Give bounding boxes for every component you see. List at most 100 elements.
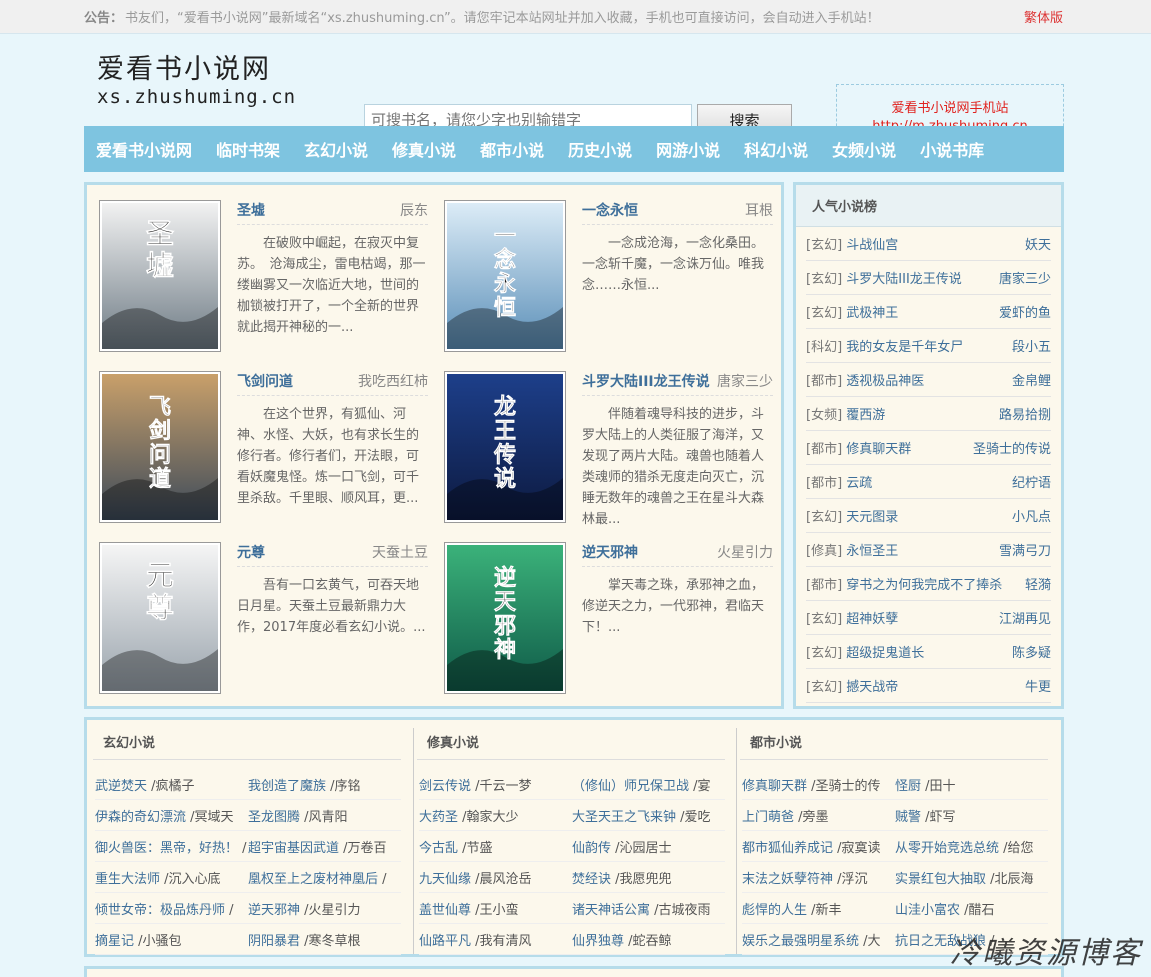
category-book-link[interactable]: 倾世女帝：极品炼丹师 / <box>95 899 248 918</box>
book-title-link[interactable]: 飞剑问道 <box>237 371 293 391</box>
book-author[interactable]: 我吃西红柿 <box>358 371 428 391</box>
book-author[interactable]: 辰东 <box>400 200 428 220</box>
book-author[interactable]: 天蚕土豆 <box>372 542 428 562</box>
book-title-link[interactable]: 圣墟 <box>237 200 265 220</box>
category-book-link[interactable]: 超宇宙基因武道 /万卷百 <box>248 837 401 856</box>
ranking-book-title: 修真聊天群 <box>846 442 912 457</box>
category-book-link[interactable]: 剑云传说 /千云一梦 <box>419 775 572 794</box>
category-book-link[interactable]: 御火兽医：黑帝，好热！ / <box>95 837 248 856</box>
book-author[interactable]: 耳根 <box>745 200 773 220</box>
book-title-link[interactable]: 一念永恒 <box>582 200 638 220</box>
category-book-link[interactable]: 逆天邪神 /火星引力 <box>248 899 401 918</box>
category-book-link[interactable]: 仙界独尊 /蛇吞鲸 <box>572 930 725 949</box>
ranking-book-link[interactable]: [玄幻] 超神妖孽 <box>806 608 898 627</box>
category-book-link[interactable]: 末法之妖孽符神 /浮沉 <box>742 868 895 887</box>
ranking-book-link[interactable]: [都市] 修真聊天群 <box>806 438 911 457</box>
book-cover[interactable]: 圣墟 <box>99 200 221 352</box>
category-book-link[interactable]: 圣龙图腾 /风青阳 <box>248 806 401 825</box>
book-cover[interactable]: 飞剑问道 <box>99 371 221 523</box>
category-book-link[interactable]: 大圣天王之飞来钟 /爱吃 <box>572 806 725 825</box>
ranking-book-link[interactable]: [玄幻] 撼天战帝 <box>806 676 898 695</box>
category-book-link[interactable]: 都市狐仙养成记 /寂寞读 <box>742 837 895 856</box>
ranking-author[interactable]: 小凡点 <box>1012 506 1051 525</box>
nav-item-dushi[interactable]: 都市小说 <box>480 137 544 161</box>
book-cover[interactable]: 元尊 <box>99 542 221 694</box>
ranking-book-link[interactable]: [都市] 穿书之为何我完成不了捧杀 <box>806 574 1002 593</box>
traditional-chinese-link[interactable]: 繁体版 <box>1024 7 1063 26</box>
book-title-link[interactable]: 元尊 <box>237 542 265 562</box>
category-book-link[interactable]: 山洼小富农 /醋石 <box>895 899 1048 918</box>
site-logo[interactable]: 爱看书小说网 xs.zhushuming.cn <box>97 54 296 108</box>
ranking-book-link[interactable]: [都市] 云疏 <box>806 472 872 491</box>
category-book-link[interactable]: 摘星记 /小骚包 <box>95 930 248 949</box>
ranking-author[interactable]: 段小五 <box>1012 336 1051 355</box>
category-book-link[interactable]: 上门萌爸 /旁墨 <box>742 806 895 825</box>
ranking-book-link[interactable]: [修真] 永恒圣王 <box>806 540 898 559</box>
nav-item-wangyou[interactable]: 网游小说 <box>656 137 720 161</box>
category-book-link[interactable]: 贼警 /虾写 <box>895 806 1048 825</box>
ranking-item: [玄幻] 撼天战帝 牛更 <box>806 669 1051 703</box>
ranking-book-link[interactable]: [都市] 透视极品神医 <box>806 370 924 389</box>
nav-item-lishi[interactable]: 历史小说 <box>568 137 632 161</box>
book-cover[interactable]: 龙王传说 <box>444 371 566 523</box>
category-book-link[interactable]: 阴阳暴君 /寒冬草根 <box>248 930 401 949</box>
category-book-link[interactable]: 实景红包大抽取 /北辰海 <box>895 868 1048 887</box>
book-author[interactable]: 唐家三少 <box>717 371 773 391</box>
ranking-book-link[interactable]: [玄幻] 超级捉鬼道长 <box>806 642 924 661</box>
ranking-author[interactable]: 陈多疑 <box>1012 642 1051 661</box>
nav-item-bookshelf[interactable]: 临时书架 <box>216 137 280 161</box>
book-title-link[interactable]: 逆天邪神 <box>582 542 638 562</box>
ranking-author[interactable]: 金帛鲤 <box>1012 370 1051 389</box>
category-book-link[interactable]: 武逆焚天 /疯橘子 <box>95 775 248 794</box>
category-book-link[interactable]: 盖世仙尊 /王小蛮 <box>419 899 572 918</box>
ranking-author[interactable]: 雪满弓刀 <box>999 540 1051 559</box>
category-book-link[interactable]: 从零开始竞选总统 /给您 <box>895 837 1048 856</box>
category-book-link[interactable]: 彪悍的人生 /新丰 <box>742 899 895 918</box>
category-book-link[interactable]: （修仙）师兄保卫战 /宴 <box>572 775 725 794</box>
category-book-link[interactable]: 九天仙缘 /晨风沧岳 <box>419 868 572 887</box>
ranking-author[interactable]: 牛更 <box>1025 676 1051 695</box>
category-title[interactable]: 都市小说 <box>740 724 1048 760</box>
category-book-link[interactable]: 凰权至上之废材神凰后 / <box>248 868 401 887</box>
ranking-author[interactable]: 路易拾捌 <box>999 404 1051 423</box>
category-book-link[interactable]: 仙韵传 /沁园居士 <box>572 837 725 856</box>
category-title[interactable]: 玄幻小说 <box>93 724 401 760</box>
ranking-book-link[interactable]: [玄幻] 武极神王 <box>806 302 898 321</box>
ranking-book-link[interactable]: [玄幻] 天元图录 <box>806 506 898 525</box>
ranking-author[interactable]: 妖天 <box>1025 234 1051 253</box>
book-cover[interactable]: 一念永恒 <box>444 200 566 352</box>
nav-item-library[interactable]: 小说书库 <box>920 137 984 161</box>
ranking-book-link[interactable]: [玄幻] 斗战仙宫 <box>806 234 898 253</box>
book-author[interactable]: 火星引力 <box>717 542 773 562</box>
book-cover[interactable]: 逆天邪神 <box>444 542 566 694</box>
ranking-book-link[interactable]: [科幻] 我的女友是千年女尸 <box>806 336 963 355</box>
category-book-link[interactable]: 伊森的奇幻漂流 /冥域天 <box>95 806 248 825</box>
category-book-link[interactable]: 诸天神话公寓 /古城夜雨 <box>572 899 725 918</box>
ranking-author[interactable]: 唐家三少 <box>999 268 1051 287</box>
mobile-site-title[interactable]: 爱看书小说网手机站 <box>891 100 1008 118</box>
category-title[interactable]: 修真小说 <box>417 724 725 760</box>
ranking-author[interactable]: 爱虾的鱼 <box>999 302 1051 321</box>
nav-item-xiuzhen[interactable]: 修真小说 <box>392 137 456 161</box>
ranking-author[interactable]: 纪柠语 <box>1012 472 1051 491</box>
nav-item-xuanhuan[interactable]: 玄幻小说 <box>304 137 368 161</box>
nav-item-home[interactable]: 爱看书小说网 <box>96 137 192 161</box>
category-book-link[interactable]: 怪厨 /田十 <box>895 775 1048 794</box>
category-book-link[interactable]: 仙路平凡 /我有清风 <box>419 930 572 949</box>
book-title-link[interactable]: 斗罗大陆III龙王传说 <box>582 371 710 391</box>
category-book-link[interactable]: 今古乱 /节盛 <box>419 837 572 856</box>
category-book-link[interactable]: 我创造了魔族 /序铭 <box>248 775 401 794</box>
ranking-book-link[interactable]: [玄幻] 斗罗大陆III龙王传说 <box>806 268 962 287</box>
ranking-book-link[interactable]: [女频] 覆西游 <box>806 404 885 423</box>
ranking-author[interactable]: 轻漪 <box>1025 574 1051 593</box>
nav-item-nvpin[interactable]: 女频小说 <box>832 137 896 161</box>
ranking-author[interactable]: 圣骑士的传说 <box>973 438 1051 457</box>
category-book-link[interactable]: 修真聊天群 /圣骑士的传 <box>742 775 895 794</box>
category-book-link[interactable]: 大药圣 /翰家大少 <box>419 806 572 825</box>
category-book-author: /小骚包 <box>134 933 182 949</box>
category-book-link[interactable]: 娱乐之最强明星系统 /大 <box>742 930 895 949</box>
ranking-author[interactable]: 江湖再见 <box>999 608 1051 627</box>
category-book-link[interactable]: 重生大法师 /沉入心底 <box>95 868 248 887</box>
category-book-link[interactable]: 焚经诀 /我愿兜兜 <box>572 868 725 887</box>
nav-item-kehuan[interactable]: 科幻小说 <box>744 137 808 161</box>
